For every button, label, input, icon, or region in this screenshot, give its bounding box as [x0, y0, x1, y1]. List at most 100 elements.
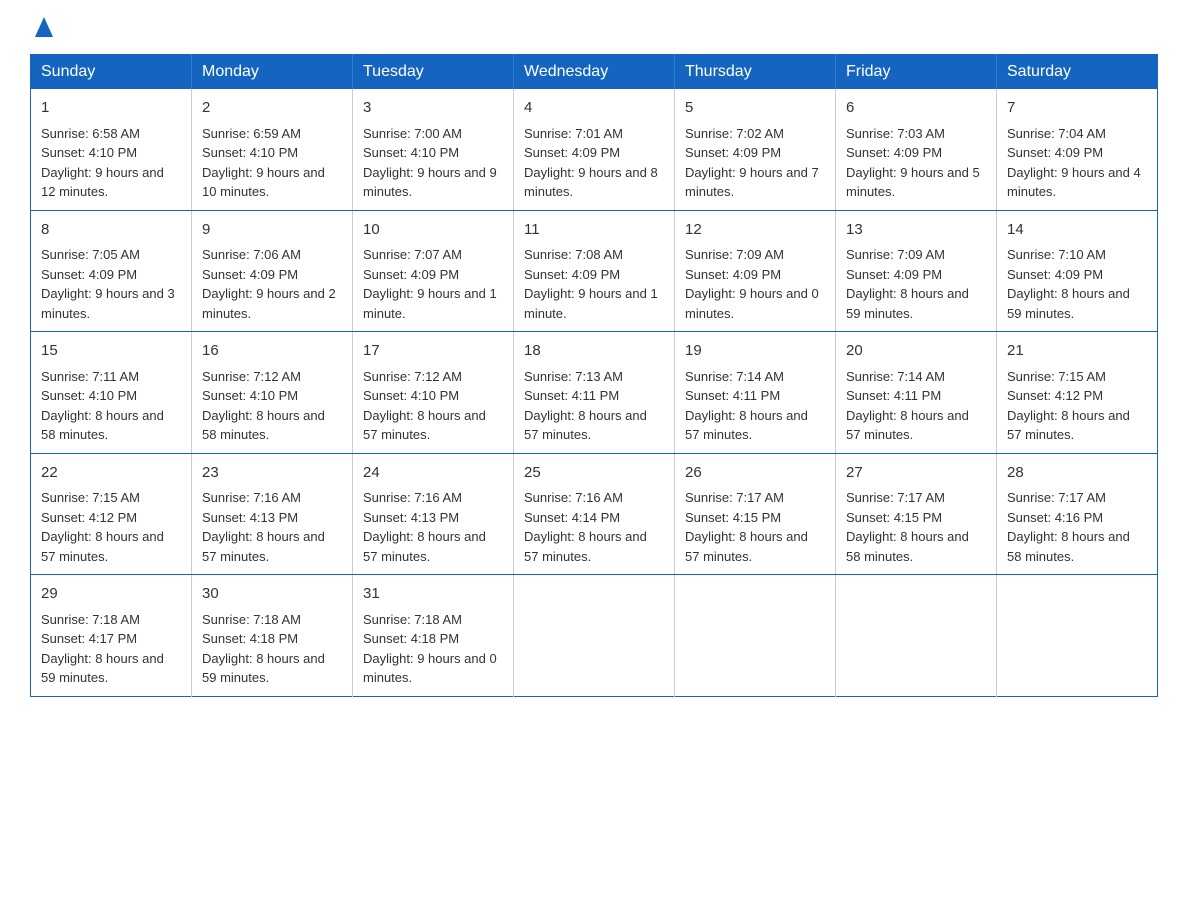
day-daylight: Daylight: 8 hours and 59 minutes.: [846, 286, 969, 321]
day-number: 16: [202, 340, 342, 363]
day-number: 14: [1007, 219, 1147, 242]
day-cell-2: 2 Sunrise: 6:59 AM Sunset: 4:10 PM Dayli…: [192, 89, 353, 210]
day-number: 22: [41, 462, 181, 485]
day-sunset: Sunset: 4:09 PM: [685, 267, 781, 282]
day-sunset: Sunset: 4:17 PM: [41, 631, 137, 646]
day-cell-8: 8 Sunrise: 7:05 AM Sunset: 4:09 PM Dayli…: [31, 210, 192, 332]
day-cell-7: 7 Sunrise: 7:04 AM Sunset: 4:09 PM Dayli…: [997, 89, 1158, 210]
day-sunset: Sunset: 4:09 PM: [846, 267, 942, 282]
weekday-header-sunday: Sunday: [31, 55, 192, 90]
day-daylight: Daylight: 9 hours and 5 minutes.: [846, 165, 980, 200]
day-sunset: Sunset: 4:10 PM: [202, 145, 298, 160]
day-daylight: Daylight: 8 hours and 58 minutes.: [41, 408, 164, 443]
day-sunrise: Sunrise: 7:05 AM: [41, 247, 140, 262]
day-sunset: Sunset: 4:11 PM: [524, 388, 619, 403]
day-sunset: Sunset: 4:09 PM: [846, 145, 942, 160]
day-cell-13: 13 Sunrise: 7:09 AM Sunset: 4:09 PM Dayl…: [836, 210, 997, 332]
day-sunset: Sunset: 4:09 PM: [524, 145, 620, 160]
day-cell-9: 9 Sunrise: 7:06 AM Sunset: 4:09 PM Dayli…: [192, 210, 353, 332]
day-sunset: Sunset: 4:15 PM: [685, 510, 781, 525]
day-cell-16: 16 Sunrise: 7:12 AM Sunset: 4:10 PM Dayl…: [192, 332, 353, 454]
day-cell-25: 25 Sunrise: 7:16 AM Sunset: 4:14 PM Dayl…: [514, 453, 675, 575]
day-cell-27: 27 Sunrise: 7:17 AM Sunset: 4:15 PM Dayl…: [836, 453, 997, 575]
day-sunrise: Sunrise: 7:17 AM: [685, 490, 784, 505]
day-cell-31: 31 Sunrise: 7:18 AM Sunset: 4:18 PM Dayl…: [353, 575, 514, 697]
day-number: 13: [846, 219, 986, 242]
day-sunset: Sunset: 4:09 PM: [685, 145, 781, 160]
week-row-5: 29 Sunrise: 7:18 AM Sunset: 4:17 PM Dayl…: [31, 575, 1158, 697]
day-number: 4: [524, 97, 664, 120]
day-sunset: Sunset: 4:14 PM: [524, 510, 620, 525]
day-cell-4: 4 Sunrise: 7:01 AM Sunset: 4:09 PM Dayli…: [514, 89, 675, 210]
day-sunrise: Sunrise: 7:15 AM: [41, 490, 140, 505]
day-number: 10: [363, 219, 503, 242]
day-sunset: Sunset: 4:09 PM: [1007, 145, 1103, 160]
day-number: 28: [1007, 462, 1147, 485]
day-sunrise: Sunrise: 7:12 AM: [363, 369, 462, 384]
logo: [30, 20, 53, 38]
day-daylight: Daylight: 8 hours and 57 minutes.: [363, 408, 486, 443]
day-number: 25: [524, 462, 664, 485]
day-sunset: Sunset: 4:16 PM: [1007, 510, 1103, 525]
day-number: 21: [1007, 340, 1147, 363]
day-sunrise: Sunrise: 7:16 AM: [202, 490, 301, 505]
day-sunrise: Sunrise: 7:16 AM: [524, 490, 623, 505]
day-sunrise: Sunrise: 7:15 AM: [1007, 369, 1106, 384]
day-number: 5: [685, 97, 825, 120]
weekday-header-saturday: Saturday: [997, 55, 1158, 90]
weekday-header-thursday: Thursday: [675, 55, 836, 90]
day-number: 7: [1007, 97, 1147, 120]
day-cell-21: 21 Sunrise: 7:15 AM Sunset: 4:12 PM Dayl…: [997, 332, 1158, 454]
day-daylight: Daylight: 8 hours and 57 minutes.: [1007, 408, 1130, 443]
day-daylight: Daylight: 8 hours and 57 minutes.: [202, 529, 325, 564]
day-daylight: Daylight: 8 hours and 57 minutes.: [685, 408, 808, 443]
empty-cell-w5-d4: [514, 575, 675, 697]
day-daylight: Daylight: 8 hours and 58 minutes.: [202, 408, 325, 443]
day-sunset: Sunset: 4:10 PM: [41, 145, 137, 160]
week-row-3: 15 Sunrise: 7:11 AM Sunset: 4:10 PM Dayl…: [31, 332, 1158, 454]
day-daylight: Daylight: 9 hours and 1 minute.: [524, 286, 658, 321]
day-number: 1: [41, 97, 181, 120]
day-sunset: Sunset: 4:09 PM: [524, 267, 620, 282]
day-number: 3: [363, 97, 503, 120]
day-sunrise: Sunrise: 7:07 AM: [363, 247, 462, 262]
day-sunset: Sunset: 4:10 PM: [363, 388, 459, 403]
day-sunrise: Sunrise: 7:04 AM: [1007, 126, 1106, 141]
day-cell-10: 10 Sunrise: 7:07 AM Sunset: 4:09 PM Dayl…: [353, 210, 514, 332]
day-daylight: Daylight: 9 hours and 2 minutes.: [202, 286, 336, 321]
day-daylight: Daylight: 9 hours and 9 minutes.: [363, 165, 497, 200]
day-number: 12: [685, 219, 825, 242]
day-sunrise: Sunrise: 7:18 AM: [363, 612, 462, 627]
day-sunset: Sunset: 4:13 PM: [202, 510, 298, 525]
day-number: 9: [202, 219, 342, 242]
day-sunset: Sunset: 4:10 PM: [202, 388, 298, 403]
day-daylight: Daylight: 9 hours and 1 minute.: [363, 286, 497, 321]
day-sunset: Sunset: 4:13 PM: [363, 510, 459, 525]
day-daylight: Daylight: 8 hours and 57 minutes.: [685, 529, 808, 564]
day-cell-14: 14 Sunrise: 7:10 AM Sunset: 4:09 PM Dayl…: [997, 210, 1158, 332]
weekday-header-wednesday: Wednesday: [514, 55, 675, 90]
day-sunrise: Sunrise: 7:02 AM: [685, 126, 784, 141]
day-sunrise: Sunrise: 7:17 AM: [1007, 490, 1106, 505]
day-daylight: Daylight: 8 hours and 57 minutes.: [524, 529, 647, 564]
day-number: 26: [685, 462, 825, 485]
day-sunrise: Sunrise: 7:00 AM: [363, 126, 462, 141]
day-number: 29: [41, 583, 181, 606]
day-number: 15: [41, 340, 181, 363]
day-sunset: Sunset: 4:12 PM: [41, 510, 137, 525]
weekday-header-tuesday: Tuesday: [353, 55, 514, 90]
day-number: 20: [846, 340, 986, 363]
day-sunset: Sunset: 4:18 PM: [363, 631, 459, 646]
logo-triangle-icon: [33, 20, 53, 38]
day-sunset: Sunset: 4:09 PM: [202, 267, 298, 282]
day-cell-30: 30 Sunrise: 7:18 AM Sunset: 4:18 PM Dayl…: [192, 575, 353, 697]
day-daylight: Daylight: 8 hours and 57 minutes.: [363, 529, 486, 564]
weekday-header-monday: Monday: [192, 55, 353, 90]
empty-cell-w5-d6: [836, 575, 997, 697]
day-daylight: Daylight: 9 hours and 4 minutes.: [1007, 165, 1141, 200]
day-daylight: Daylight: 8 hours and 58 minutes.: [1007, 529, 1130, 564]
day-cell-17: 17 Sunrise: 7:12 AM Sunset: 4:10 PM Dayl…: [353, 332, 514, 454]
day-cell-22: 22 Sunrise: 7:15 AM Sunset: 4:12 PM Dayl…: [31, 453, 192, 575]
day-sunrise: Sunrise: 7:12 AM: [202, 369, 301, 384]
week-row-4: 22 Sunrise: 7:15 AM Sunset: 4:12 PM Dayl…: [31, 453, 1158, 575]
